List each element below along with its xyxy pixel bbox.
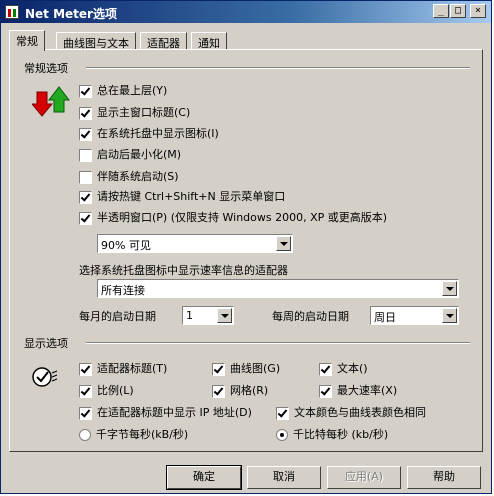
start-minimized-checkbox[interactable] [79, 149, 92, 162]
display-section-divider [86, 342, 470, 344]
chevron-down-icon[interactable] [442, 308, 457, 323]
unit-kilobytes[interactable]: 千字节每秒(kB/秒) [79, 428, 188, 444]
title-bar[interactable]: Net Meter选项 _ □ × [1, 1, 491, 23]
display-adapter-title[interactable]: 适配器标题(T) [79, 362, 167, 378]
display-show-ip[interactable]: 在适配器标题中显示 IP 地址(D) [79, 406, 252, 422]
hotkey-checkbox[interactable] [79, 191, 92, 204]
chevron-down-icon[interactable] [442, 281, 457, 296]
display-options-check-icon [32, 367, 58, 387]
general-section-title: 常规选项 [24, 62, 68, 75]
show-ip-checkbox[interactable] [79, 407, 92, 420]
kilobytes-radio[interactable] [79, 429, 91, 441]
text-checkbox[interactable] [319, 363, 332, 376]
translucent-checkbox[interactable] [79, 212, 92, 225]
window-title: Net Meter选项 [25, 7, 117, 21]
scale-checkbox[interactable] [79, 385, 92, 398]
grid-checkbox[interactable] [212, 385, 225, 398]
general-section-divider [86, 67, 470, 69]
up-down-arrows-icon [32, 86, 71, 117]
option-start-minimized[interactable]: 启动后最小化(M) [79, 148, 181, 164]
option-translucent[interactable]: 半透明窗口(P) (仅限支持 Windows 2000, XP 或更高版本) [79, 211, 387, 227]
minimize-button[interactable]: _ [433, 4, 449, 18]
apply-button[interactable]: 应用(A) [327, 466, 401, 489]
adapter-prompt-label: 选择系统托盘图标中显示速率信息的适配器 [79, 264, 288, 277]
chevron-down-icon[interactable] [217, 308, 232, 323]
show-main-title-checkbox[interactable] [79, 107, 92, 120]
option-run-at-startup[interactable]: 伴随系统启动(S) [79, 170, 179, 186]
week-start-dropdown[interactable]: 周日 [370, 306, 459, 325]
transparency-dropdown[interactable]: 90% 可见 [97, 234, 293, 253]
unit-kilobits[interactable]: 千比特每秒 (kb/秒) [276, 428, 388, 444]
adapter-title-checkbox[interactable] [79, 363, 92, 376]
display-text[interactable]: 文本() [319, 362, 368, 378]
graph-checkbox[interactable] [212, 363, 225, 376]
close-button[interactable]: × [470, 4, 486, 18]
tab-notifications[interactable]: 通知 [191, 32, 227, 50]
adapter-dropdown[interactable]: 所有连接 [97, 279, 459, 298]
week-start-label: 每周的启动日期 [272, 310, 349, 323]
options-window: Net Meter选项 _ □ × 常规 曲线图与文本 适配器 通知 常规选项 … [0, 0, 492, 494]
help-button[interactable]: 帮助 [407, 466, 481, 489]
tab-adapters[interactable]: 适配器 [140, 32, 187, 50]
display-max-rate[interactable]: 最大速率(X) [319, 384, 397, 400]
net-meter-app-icon [5, 5, 19, 19]
general-tab-panel: 常规选项 总在最上层(Y) 显示主窗口标题(C) 在系统托盘中显示图标(I) 启… [9, 49, 483, 452]
max-rate-checkbox[interactable] [319, 385, 332, 398]
option-hotkey[interactable]: 请按热键 Ctrl+Shift+N 显示菜单窗口 [79, 190, 285, 206]
kilobits-radio[interactable] [276, 429, 288, 441]
option-always-on-top[interactable]: 总在最上层(Y) [79, 84, 167, 100]
cancel-button[interactable]: 取消 [247, 466, 321, 489]
month-start-dropdown[interactable]: 1 [182, 306, 234, 325]
display-same-color[interactable]: 文本颜色与曲线表颜色相同 [276, 406, 426, 422]
display-scale[interactable]: 比例(L) [79, 384, 134, 400]
month-start-label: 每月的启动日期 [79, 310, 156, 323]
tab-graph-text[interactable]: 曲线图与文本 [56, 32, 136, 50]
chevron-down-icon[interactable] [276, 236, 291, 251]
ok-button[interactable]: 确定 [166, 465, 242, 490]
tray-icon-checkbox[interactable] [79, 128, 92, 141]
tab-general[interactable]: 常规 [9, 30, 45, 51]
always-on-top-checkbox[interactable] [79, 85, 92, 98]
same-color-checkbox[interactable] [276, 407, 289, 420]
option-tray-icon[interactable]: 在系统托盘中显示图标(I) [79, 127, 219, 143]
maximize-button[interactable]: □ [450, 4, 466, 18]
display-section-title: 显示选项 [24, 337, 68, 350]
display-graph[interactable]: 曲线图(G) [212, 362, 280, 378]
option-show-main-title[interactable]: 显示主窗口标题(C) [79, 106, 190, 122]
run-at-startup-checkbox[interactable] [79, 171, 92, 184]
display-grid[interactable]: 网格(R) [212, 384, 268, 400]
